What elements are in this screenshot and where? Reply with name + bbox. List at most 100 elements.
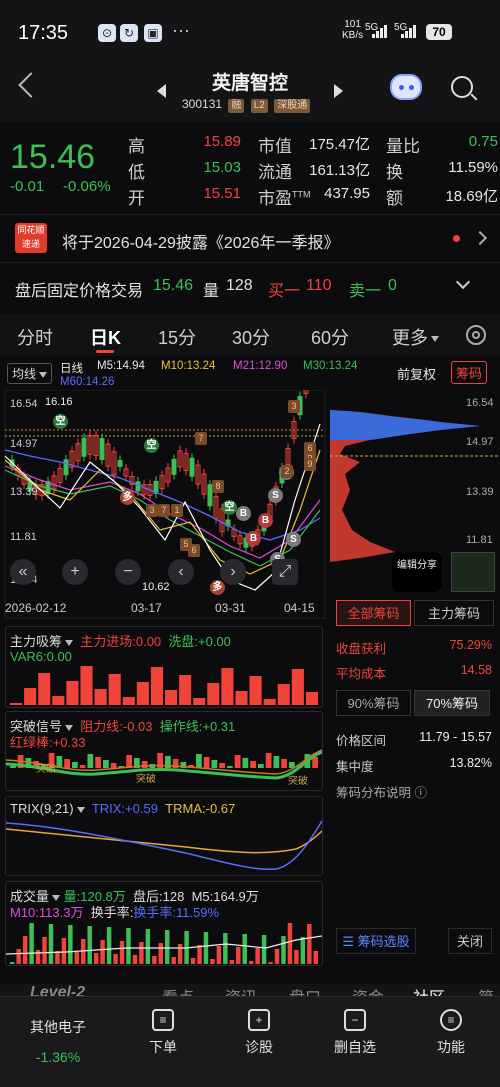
indicator-bar (234, 755, 241, 768)
step-right-icon[interactable]: › (220, 559, 246, 585)
indicator-bar (103, 760, 109, 768)
step-left-icon[interactable]: ‹ (168, 559, 194, 585)
indicator-bar (219, 763, 225, 768)
range-row: 价格区间 11.79 - 15.57 (336, 730, 492, 748)
diagnose-icon: + (248, 1009, 270, 1031)
ind3-header: TRIX(9,21) TRIX:+0.59 TRMA:-0.67 (10, 801, 236, 816)
indicator-bar (136, 682, 149, 705)
ind3-lines (6, 820, 322, 871)
indicator-bar (10, 962, 15, 964)
tab-more[interactable]: 更多 (392, 324, 439, 350)
tab-30min[interactable]: 30分 (232, 324, 270, 350)
main-chips-button[interactable]: 主力筹码 (414, 600, 494, 626)
scroll-left-fast-icon[interactable]: « (10, 559, 36, 585)
indicator-bar (55, 951, 60, 964)
indicator-bar (119, 941, 125, 964)
ma30-label: M30:13.24 (303, 360, 358, 372)
indicator-bar (250, 761, 256, 768)
signal-marker: 空 (53, 414, 68, 429)
order-button[interactable]: ≡ 下单 (123, 1009, 203, 1057)
chip-desc-link[interactable]: 筹码分布说明 ⓘ (336, 782, 492, 801)
indicator-bar (108, 674, 121, 705)
bottom-toolbar: 其他电子 -1.36% ≡ 下单 + 诊股 − 删自选 ≡ 功能 (0, 996, 500, 1087)
indicator-trix[interactable]: TRIX(9,21) TRIX:+0.59 TRMA:-0.67 (5, 796, 323, 876)
indicator-bar (113, 954, 118, 964)
sector-name: 其他电子 (30, 1019, 86, 1035)
open-value: 15.51 (203, 185, 241, 202)
diagnose-button[interactable]: + 诊股 (219, 1009, 299, 1057)
tab-15min[interactable]: 15分 (158, 324, 196, 350)
chip-select-button[interactable]: ☰ 筹码选股 (336, 928, 416, 954)
indicator-bar (122, 697, 135, 705)
indicator-bar (95, 757, 101, 768)
tag-l2: L2 (250, 99, 268, 113)
breakout-tag: 突破 (136, 774, 156, 785)
reset-view-icon[interactable]: ⤢ (272, 559, 298, 585)
zoom-out-icon[interactable]: − (115, 559, 141, 585)
close-chips-button[interactable]: 关闭 (448, 928, 492, 954)
next-stock-icon[interactable] (334, 84, 343, 98)
indicator-bar (291, 669, 304, 705)
vr-label: 量比 (386, 137, 420, 156)
indicator-bar (22, 936, 28, 964)
search-icon[interactable] (451, 76, 473, 98)
ma10-label: M10:13.24 (161, 360, 216, 372)
remove-watch-button[interactable]: − 删自选 (315, 1009, 395, 1057)
buy1-label: 买一 (268, 283, 301, 300)
all-chips-button[interactable]: 全部筹码 (336, 600, 411, 626)
indicator-bar (110, 763, 117, 768)
chip-70-button[interactable]: 70%筹码 (414, 690, 490, 716)
indicator-bar (177, 944, 183, 964)
adjust-mode[interactable]: 前复权 (397, 364, 436, 383)
count-box: 9 (304, 458, 316, 471)
open-label: 开 (128, 189, 145, 208)
ma-type-select[interactable]: 均线 (7, 363, 53, 384)
indicator-bar (274, 949, 280, 964)
chip-90-button[interactable]: 90%筹码 (336, 690, 411, 716)
sector-info[interactable]: 其他电子 -1.36% (18, 1017, 98, 1065)
settings-icon[interactable] (466, 325, 486, 345)
amount-value: 18.69亿 (445, 188, 498, 205)
indicator-bar (42, 937, 47, 964)
indicator-bar (87, 754, 94, 768)
candle (171, 458, 177, 475)
tab-daily-k[interactable]: 日K (90, 324, 121, 350)
candle (81, 437, 87, 457)
chevron-right-icon (472, 230, 488, 246)
indicator-bar (80, 666, 93, 705)
edit-share-button[interactable]: 编辑分享 (392, 552, 442, 592)
indicator-bar (24, 688, 37, 705)
battery-icon: 70 (426, 24, 452, 40)
zoom-in-icon[interactable]: + (62, 559, 88, 585)
indicator-bar (141, 761, 148, 768)
indicator-volume[interactable]: 成交量 量:120.8万 盘后:128 M5:164.9万 M10:113.3万… (5, 881, 323, 966)
chip-button[interactable]: 筹码 (451, 361, 488, 384)
high-marker: 16.16 (45, 396, 73, 408)
count-box: 3 (288, 400, 300, 413)
indicator-main-chips[interactable]: 主力吸筹 主力进场:0.00 洗盘:+0.00 VAR6:0.00 (5, 626, 323, 708)
tab-60min[interactable]: 60分 (311, 324, 349, 350)
stock-code-line: 300131 融 L2 深股通 (182, 97, 311, 113)
notice-bar[interactable]: 同花顺 速递 将于2026-04-29披露《2026年一季报》 (0, 214, 500, 262)
functions-button[interactable]: ≡ 功能 (411, 1009, 491, 1057)
float-label: 流通 (258, 163, 292, 182)
chip-y-1: 16.54 (466, 397, 494, 409)
after-hours-bar[interactable]: 盘后固定价格交易 15.46 量 128 买一 110 卖一 0 (0, 262, 500, 310)
tab-intraday[interactable]: 分时 (17, 324, 53, 350)
ma21-label: M21:12.90 (233, 360, 288, 372)
ma5-label: M5:14.94 (97, 360, 145, 372)
app-icon-3: ▣ (144, 24, 162, 42)
float-value: 161.13亿 (309, 162, 370, 179)
share-thumbnail[interactable] (451, 552, 495, 592)
indicator-bar (273, 756, 280, 768)
last-price: 15.46 (10, 138, 96, 176)
indicator-breakout[interactable]: 突破信号 阻力线:-0.03 操作线:+0.31 红绿棒:+0.33 突破 突破… (5, 711, 323, 791)
ai-robot-icon[interactable] (390, 74, 422, 100)
indicator-bar (263, 699, 276, 705)
chip-y-4: 11.81 (466, 534, 493, 546)
signal-marker: 多 (210, 580, 225, 595)
indicator-bar (10, 766, 16, 768)
ind4-bars (6, 923, 322, 964)
mcap-label: 市值 (258, 137, 292, 156)
prev-stock-icon[interactable] (157, 84, 166, 98)
